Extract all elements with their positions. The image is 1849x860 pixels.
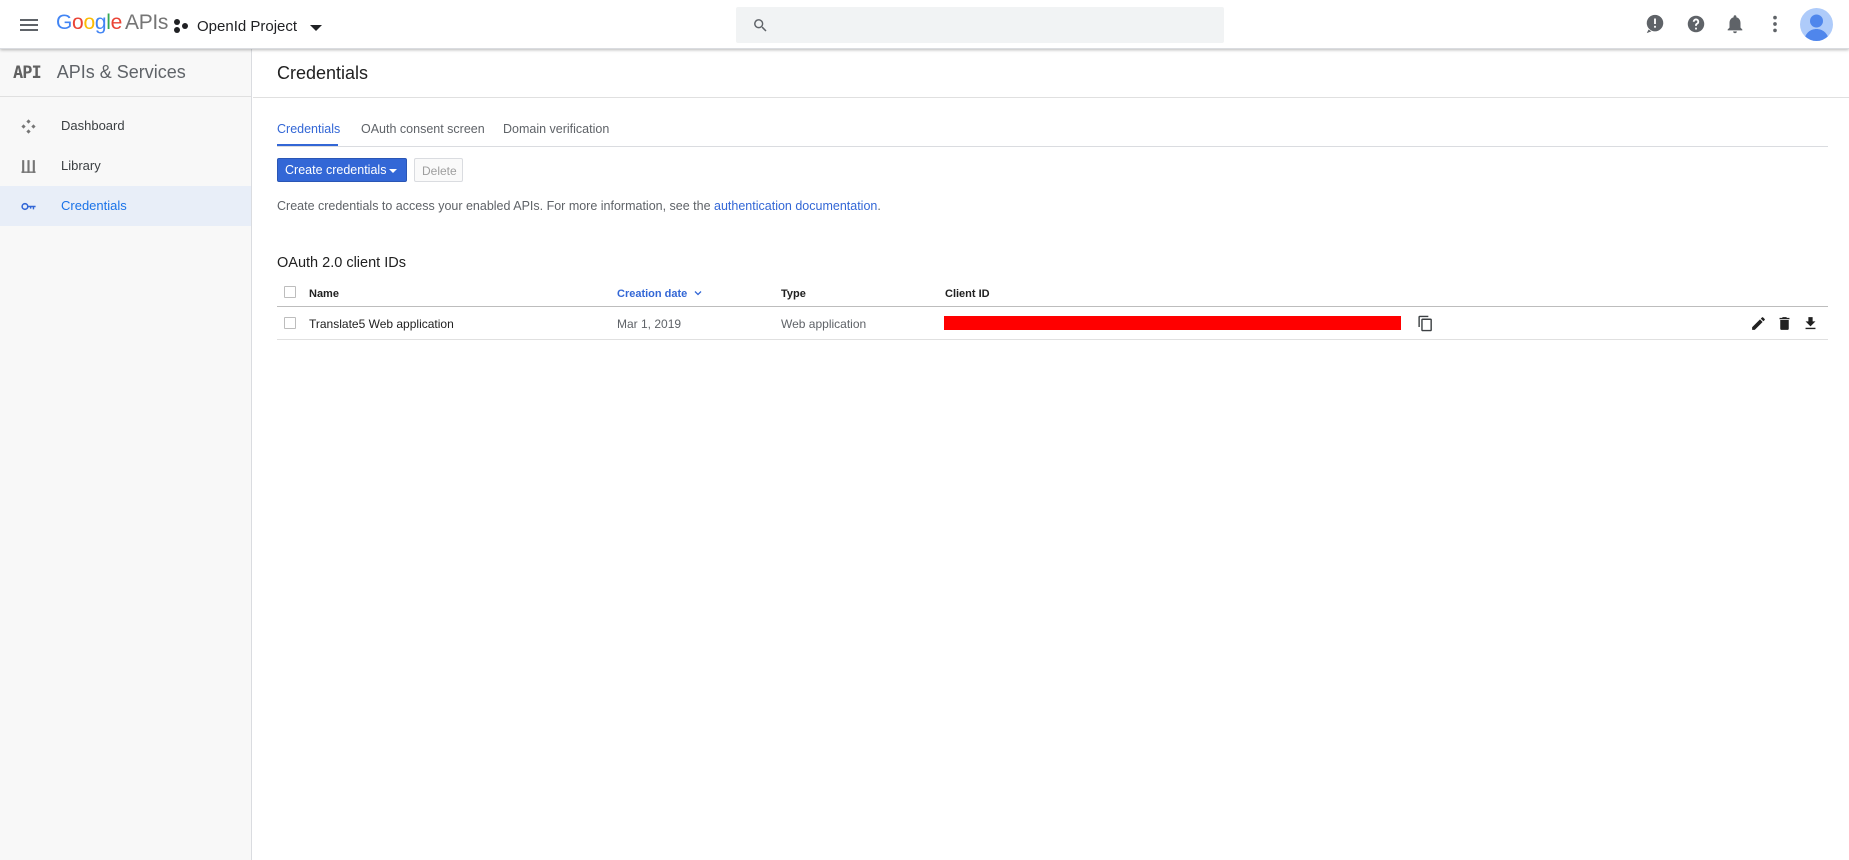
avatar-person-icon: [1804, 14, 1829, 41]
tab-domain-verification[interactable]: Domain verification: [503, 122, 609, 136]
column-name[interactable]: Name: [309, 288, 339, 300]
search-bar[interactable]: [736, 7, 1224, 43]
page-header: Credentials: [253, 49, 1849, 98]
sidebar-item-library[interactable]: Library: [0, 146, 251, 186]
more-vert-icon[interactable]: [1764, 13, 1786, 35]
row-checkbox[interactable]: [284, 317, 296, 329]
project-icon: [174, 19, 188, 33]
project-name: OpenId Project: [197, 17, 298, 35]
download-icon[interactable]: [1802, 315, 1819, 332]
google-apis-logo[interactable]: Google APIs: [56, 11, 168, 35]
column-client-id[interactable]: Client ID: [945, 288, 990, 300]
authentication-documentation-link[interactable]: authentication documentation: [714, 199, 877, 213]
dropdown-arrow-icon: [389, 169, 397, 173]
logo-apis: APIs: [124, 11, 169, 34]
column-type[interactable]: Type: [781, 288, 806, 300]
info-text: Create credentials to access your enable…: [277, 199, 881, 213]
sidebar: API APIs & Services Dashboard Library Cr…: [0, 49, 252, 860]
page-title: Credentials: [277, 63, 369, 83]
select-all-checkbox[interactable]: [284, 286, 296, 298]
sidebar-title: APIs & Services: [56, 62, 186, 82]
table-header: Name Creation date Type Client ID: [277, 283, 1828, 307]
sidebar-item-credentials[interactable]: Credentials: [0, 186, 251, 226]
key-icon: [21, 202, 36, 211]
edit-icon[interactable]: [1750, 315, 1767, 332]
column-creation-date-label: Creation date: [617, 288, 688, 300]
library-icon: [21, 160, 36, 173]
search-input[interactable]: [784, 7, 1214, 43]
client-type: Web application: [781, 317, 867, 331]
account-avatar[interactable]: [1800, 8, 1833, 41]
creation-date: Mar 1, 2019: [617, 317, 682, 331]
sidebar-item-label: Credentials: [61, 198, 127, 213]
delete-icon[interactable]: [1776, 315, 1793, 332]
tab-bar: Credentials OAuth consent screen Domain …: [277, 113, 1828, 147]
create-credentials-label: Create credentials: [285, 163, 387, 177]
project-selector[interactable]: OpenId Project: [173, 13, 323, 39]
sidebar-item-label: Library: [61, 158, 101, 173]
client-id-redacted: [944, 316, 1401, 330]
active-tab-indicator: [277, 144, 338, 146]
sidebar-header: API APIs & Services: [0, 49, 251, 97]
info-text-body: Create credentials to access your enable…: [277, 199, 715, 213]
sidebar-item-label: Dashboard: [61, 118, 125, 133]
menu-icon[interactable]: [17, 13, 41, 37]
chevron-down-icon: [310, 24, 323, 31]
tab-credentials[interactable]: Credentials: [277, 122, 340, 136]
logo-google: Google: [56, 11, 122, 34]
delete-button[interactable]: Delete: [414, 158, 463, 182]
copy-icon[interactable]: [1417, 315, 1434, 332]
info-text-suffix: .: [877, 199, 881, 213]
create-credentials-button[interactable]: Create credentials: [277, 158, 407, 182]
table-row[interactable]: Translate5 Web application Mar 1, 2019 W…: [277, 308, 1828, 340]
search-icon: [754, 19, 767, 32]
api-icon: API: [13, 62, 42, 83]
sidebar-item-dashboard[interactable]: Dashboard: [0, 106, 251, 146]
notifications-icon[interactable]: [1724, 13, 1746, 35]
column-creation-date[interactable]: Creation date: [617, 288, 703, 300]
client-name[interactable]: Translate5 Web application: [309, 317, 454, 331]
sort-descending-icon: [694, 291, 702, 296]
top-app-bar: Google APIs OpenId Project: [0, 0, 1849, 49]
help-icon[interactable]: [1685, 13, 1707, 35]
delete-label: Delete: [422, 164, 457, 178]
oauth-client-ids-heading: OAuth 2.0 client IDs: [277, 255, 406, 271]
dashboard-icon: [21, 119, 36, 134]
feedback-icon[interactable]: [1644, 13, 1666, 35]
tab-oauth-consent-screen[interactable]: OAuth consent screen: [361, 122, 485, 136]
